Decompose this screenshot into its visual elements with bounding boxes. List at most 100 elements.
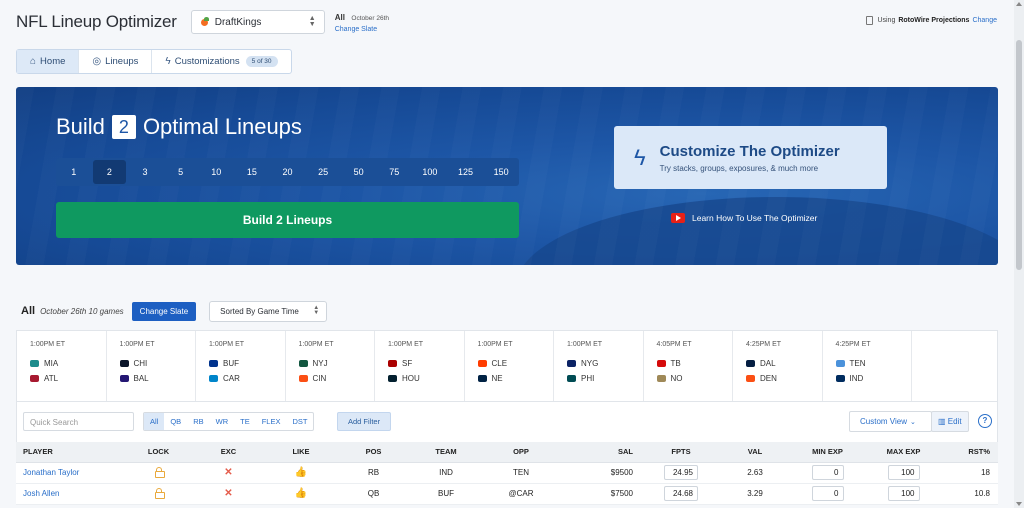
column-header[interactable]: RST% [941, 442, 998, 463]
game-card[interactable]: 4:05PM ET TB NO [644, 331, 733, 401]
team-logo-icon [119, 375, 129, 382]
exclude-icon[interactable]: ✕ [224, 467, 232, 478]
column-header[interactable]: OPP [481, 442, 561, 463]
lineup-count-option[interactable]: 20 [271, 160, 305, 184]
lineup-count-option[interactable]: 1 [57, 160, 91, 184]
max-exposure-input[interactable]: 100 [887, 465, 920, 480]
position-filter-rb[interactable]: RB [187, 413, 209, 430]
customize-optimizer-card[interactable]: ϟ Customize The Optimizer Try stacks, gr… [614, 126, 887, 189]
game-card[interactable]: 1:00PM ET CLE NE [465, 331, 554, 401]
column-header[interactable]: LOCK [126, 442, 191, 463]
build-lineups-button[interactable]: Build 2 Lineups [56, 202, 519, 238]
team-logo-icon [567, 375, 576, 382]
scroll-thumb[interactable] [1016, 40, 1022, 270]
lineup-count-option[interactable]: 50 [342, 160, 376, 184]
lineup-count-option[interactable]: 2 [92, 160, 127, 184]
lineup-count-option[interactable]: 10 [199, 160, 233, 184]
help-icon[interactable]: ? [978, 414, 992, 428]
slate-all-label: All [21, 305, 36, 317]
column-header[interactable]: POS [336, 442, 411, 463]
optimizer-page: NFL Lineup Optimizer DraftKings ▲ ▼ All O… [0, 0, 1014, 508]
thumbs-up-icon[interactable]: 👍 [295, 467, 307, 478]
tab-customizations[interactable]: ϟ Customizations 5 of 30 [152, 50, 290, 73]
games-strip: 1:00PM ET MIA ATL 1:00PM ET CHI BAL 1:00PM ET B… [16, 330, 998, 402]
lineup-count-option[interactable]: 5 [164, 160, 198, 184]
exclude-icon[interactable]: ✕ [224, 488, 232, 499]
position-filter-flex[interactable]: FLEX [256, 413, 287, 430]
game-card[interactable]: 1:00PM ET SF HOU [375, 331, 465, 401]
team-logo-icon [835, 375, 845, 382]
custom-view-select[interactable]: Custom View ⌄ [849, 411, 932, 432]
add-filter-button[interactable]: Add Filter [337, 412, 392, 431]
max-exposure-input[interactable]: 100 [887, 486, 920, 501]
column-header[interactable]: EXC [191, 442, 266, 463]
game-card[interactable]: 1:00PM ET NYJ CIN [286, 331, 375, 401]
scroll-down-icon[interactable] [1016, 502, 1022, 506]
team-abbr: CLE [491, 359, 508, 368]
team-abbr: MIA [44, 359, 59, 368]
edit-columns-button[interactable]: ▥ Edit [931, 411, 969, 432]
game-card[interactable]: 1:00PM ET BUF CAR [196, 331, 286, 401]
team-cell: IND [411, 462, 481, 484]
exclude-cell: ✕ [191, 483, 266, 505]
column-header[interactable]: MIN EXP [789, 442, 866, 463]
table-body: Jonathan Taylor ✕ 👍 RB IND TEN $9500 24.95 2.63 0… [16, 462, 998, 505]
lock-icon[interactable] [154, 488, 165, 499]
team-abbr: ATL [44, 374, 59, 383]
lock-icon[interactable] [154, 467, 165, 478]
min-exposure-input[interactable]: 0 [811, 465, 844, 480]
quick-search-input[interactable]: Quick Search [23, 412, 134, 431]
draftkings-icon [200, 17, 210, 27]
learn-optimizer-link[interactable]: Learn How To Use The Optimizer [671, 213, 817, 223]
column-header[interactable]: TEAM [411, 442, 481, 463]
position-filter-qb[interactable]: QB [164, 413, 187, 430]
away-team: CHI [119, 356, 196, 371]
column-header[interactable]: MAX EXP [866, 442, 941, 463]
column-header[interactable]: LIKE [266, 442, 336, 463]
lineup-count-option[interactable]: 25 [306, 160, 340, 184]
player-name-link[interactable]: Jonathan Taylor [16, 462, 126, 484]
lineup-count-option[interactable]: 125 [449, 160, 483, 184]
customize-subtitle: Try stacks, groups, exposures, & much mo… [659, 163, 819, 173]
column-header[interactable]: FPTS [641, 442, 721, 463]
fpts-input[interactable]: 24.95 [664, 465, 698, 480]
lineup-count-option[interactable]: 15 [235, 160, 269, 184]
tab-label: Customizations [174, 56, 240, 67]
game-card[interactable]: 1:00PM ET MIA ATL [17, 331, 107, 401]
tab-lineups[interactable]: ◎ Lineups [79, 50, 153, 73]
game-card[interactable]: 4:25PM ET DAL DEN [733, 331, 823, 401]
lineup-count-option[interactable]: 100 [413, 160, 447, 184]
position-filter-wr[interactable]: WR [210, 413, 235, 430]
main-tabs: ⌂ Home ◎ Lineups ϟ Customizations 5 of 3… [16, 49, 292, 74]
column-header[interactable]: VAL [721, 442, 789, 463]
home-team: NO [656, 371, 733, 386]
fpts-cell: 24.95 [641, 462, 721, 484]
position-filter-all[interactable]: All [144, 413, 165, 430]
change-slate-button[interactable]: Change Slate [131, 301, 197, 321]
position-filter-te[interactable]: TE [234, 413, 256, 430]
lineup-count-option[interactable]: 75 [377, 160, 411, 184]
sort-select[interactable]: Sorted By Game Time ▲ ▼ [209, 300, 328, 322]
position-filter-dst[interactable]: DST [286, 413, 313, 430]
player-name-link[interactable]: Josh Allen [16, 483, 126, 505]
column-header[interactable]: PLAYER [16, 442, 126, 463]
thumbs-up-icon[interactable]: 👍 [295, 488, 307, 499]
game-card[interactable]: 1:00PM ET NYG PHI [554, 331, 644, 401]
away-team: NYG [567, 356, 643, 371]
lineup-count-option[interactable]: 3 [128, 160, 162, 184]
home-team: PHI [567, 371, 643, 386]
bolt-icon: ϟ [634, 144, 646, 170]
page-scrollbar[interactable] [1014, 0, 1024, 508]
lineup-count-option[interactable]: 150 [484, 160, 518, 184]
tab-home[interactable]: ⌂ Home [17, 50, 80, 73]
team-abbr: NYG [581, 359, 599, 368]
game-card[interactable]: 1:00PM ET CHI BAL [107, 331, 196, 401]
fpts-input[interactable]: 24.68 [664, 486, 698, 501]
change-slate-link[interactable]: Change Slate [335, 24, 389, 35]
game-card[interactable]: 4:25PM ET TEN IND [823, 331, 912, 401]
column-header[interactable]: SAL [561, 442, 641, 463]
scroll-up-icon[interactable] [1016, 2, 1022, 6]
site-select[interactable]: DraftKings ▲ ▼ [190, 10, 325, 34]
change-projections-link[interactable]: Change [972, 17, 997, 24]
min-exposure-input[interactable]: 0 [811, 486, 844, 501]
